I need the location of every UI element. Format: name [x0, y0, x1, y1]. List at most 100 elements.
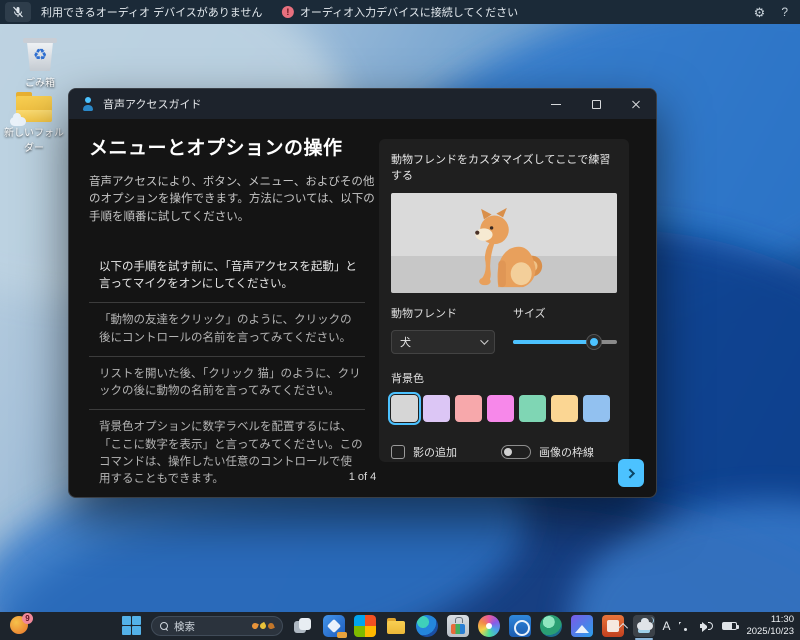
animal-friend-group: 動物フレンド 犬: [391, 305, 499, 354]
onedrive-tray-icon[interactable]: [637, 622, 653, 630]
animal-size-controls: 動物フレンド 犬 サイズ: [391, 305, 617, 354]
size-group: サイズ: [513, 305, 617, 354]
practice-card: 動物フレンドをカスタマイズしてここで練習する: [379, 139, 629, 462]
window-titlebar[interactable]: 音声アクセスガイド: [69, 89, 656, 119]
voice-access-app-icon: [81, 97, 95, 111]
animal-friend-label: 動物フレンド: [391, 305, 499, 321]
microphone-muted-button[interactable]: [5, 2, 31, 22]
microsoft-365-app[interactable]: [354, 615, 376, 637]
globe-app-button[interactable]: [540, 615, 562, 637]
desktop-screen: 利用できるオーディオ デバイスがありません ! オーディオ入力デバイスに接続して…: [0, 0, 800, 640]
taskbar-clock[interactable]: 11:30 2025/10/23: [746, 614, 794, 638]
volume-arc: [708, 622, 713, 630]
guide-text-panel: メニューとオプションの操作 音声アクセスにより、ボタン、メニュー、およびその他の…: [89, 133, 381, 498]
practice-card-label: 動物フレンドをカスタマイズしてここで練習する: [391, 151, 617, 183]
recycle-bin-desktop-icon[interactable]: ♻ ごみ箱: [8, 34, 72, 89]
slider-fill: [513, 340, 594, 344]
taskbar: 9 検索: [0, 612, 800, 640]
shadow-label: 影の追加: [413, 444, 457, 460]
animal-friend-dropdown[interactable]: 犬: [391, 330, 495, 354]
color-swatch-salmon[interactable]: [455, 395, 482, 422]
voice-access-bar: 利用できるオーディオ デバイスがありません ! オーディオ入力デバイスに接続して…: [0, 0, 800, 24]
alert-badge-icon: !: [282, 6, 294, 18]
help-button[interactable]: ?: [781, 5, 788, 19]
border-label: 画像の枠線: [539, 444, 594, 460]
microsoft-store-button[interactable]: [447, 615, 469, 637]
folder-label: 新しいフォルダー: [4, 124, 64, 154]
system-tray: A 11:30 2025/10/23: [621, 614, 794, 638]
onedrive-cloud-icon: [10, 117, 26, 126]
mic-muted-icon: [12, 6, 24, 18]
audio-alert: ! オーディオ入力デバイスに接続してください: [282, 4, 518, 20]
widgets-button[interactable]: 9: [10, 616, 30, 636]
color-swatch-pink[interactable]: [487, 395, 514, 422]
size-slider[interactable]: [513, 330, 617, 354]
step-item: リストを開いた後、「クリック 猫」のように、クリックの後に動物の名前を言ってみて…: [89, 357, 365, 411]
image-border-toggle[interactable]: [501, 445, 531, 459]
step-item: 以下の手順を試す前に、「音声アクセスを起動」と言ってマイクをオンにしてください。: [89, 250, 365, 304]
step-item: 背景色オプションに数字ラベルを配置するには、「ここに数字を表示」と言ってみてくだ…: [89, 410, 365, 498]
animal-friend-value: 犬: [400, 334, 411, 350]
settings-gear-icon[interactable]: ⚙: [754, 6, 766, 19]
window-content: メニューとオプションの操作 音声アクセスにより、ボタン、メニュー、およびその他の…: [69, 119, 656, 497]
close-icon: [631, 99, 641, 109]
search-seasonal-decoration: [252, 623, 274, 629]
window-controls: [536, 89, 656, 119]
next-page-button[interactable]: [618, 459, 644, 487]
window-title: 音声アクセスガイド: [103, 96, 201, 112]
border-option[interactable]: 画像の枠線: [501, 444, 594, 460]
page-title: メニューとオプションの操作: [89, 133, 381, 160]
color-swatch-mint[interactable]: [519, 395, 546, 422]
app-blue-shield[interactable]: [323, 615, 345, 637]
ime-indicator[interactable]: A: [662, 619, 670, 633]
chevron-right-icon: [625, 468, 635, 478]
minimize-icon: [551, 104, 561, 105]
animal-preview-stage: [391, 193, 617, 293]
image-options: 影の追加 画像の枠線: [391, 444, 617, 460]
clock-time: 11:30: [746, 614, 794, 626]
recycle-arrows-icon: ♻: [23, 45, 57, 65]
folder-icon: [14, 92, 54, 122]
step-item: 「動物の友達をクリック」のように、クリックの後にコントロールの名前を言ってみてく…: [89, 303, 365, 357]
outlook-button[interactable]: [509, 615, 531, 637]
slider-thumb[interactable]: [587, 335, 601, 349]
audio-status-text: 利用できるオーディオ デバイスがありません: [41, 4, 262, 20]
intro-paragraph: 音声アクセスにより、ボタン、メニュー、およびその他のオプションを操作できます。方…: [89, 174, 381, 226]
shadow-checkbox[interactable]: [391, 445, 405, 459]
edge-browser-button[interactable]: [416, 615, 438, 637]
folder-desktop-icon[interactable]: 新しいフォルダー: [4, 92, 64, 154]
toggle-knob: [504, 448, 512, 456]
color-swatch-gray[interactable]: [391, 395, 418, 422]
color-swatch-peach[interactable]: [551, 395, 578, 422]
search-icon: [160, 622, 168, 630]
chevron-down-icon: [480, 336, 488, 344]
notification-badge: 9: [22, 613, 33, 624]
taskbar-center: 検索: [122, 615, 655, 637]
battery-icon[interactable]: [722, 622, 737, 630]
background-color-label: 背景色: [391, 370, 617, 386]
start-button[interactable]: [122, 616, 142, 636]
maximize-icon: [592, 100, 601, 109]
task-view-button[interactable]: [292, 615, 314, 637]
recycle-bin-icon: ♻: [23, 34, 57, 72]
gallery-app-button[interactable]: [571, 615, 593, 637]
close-button[interactable]: [616, 89, 656, 119]
maximize-button[interactable]: [576, 89, 616, 119]
search-box[interactable]: 検索: [151, 616, 283, 636]
voice-access-guide-window: 音声アクセスガイド メニューとオプションの操作 音声アクセスにより、ボタン、メニ…: [68, 88, 657, 498]
page-indicator: 1 of 4: [69, 471, 656, 483]
photos-app-button[interactable]: [478, 615, 500, 637]
background-color-swatches: [391, 395, 617, 422]
size-label: サイズ: [513, 305, 617, 321]
shadow-option[interactable]: 影の追加: [391, 444, 457, 460]
clock-date: 2025/10/23: [746, 626, 794, 638]
search-text: 検索: [174, 619, 195, 634]
steps-list: 以下の手順を試す前に、「音声アクセスを起動」と言ってマイクをオンにしてください。…: [89, 250, 365, 498]
minimize-button[interactable]: [536, 89, 576, 119]
color-swatch-blue[interactable]: [583, 395, 610, 422]
color-swatch-lavender[interactable]: [423, 395, 450, 422]
volume-icon[interactable]: [700, 621, 713, 631]
file-explorer-button[interactable]: [385, 615, 407, 637]
audio-alert-text: オーディオ入力デバイスに接続してください: [300, 4, 518, 20]
wifi-icon[interactable]: [679, 622, 691, 631]
